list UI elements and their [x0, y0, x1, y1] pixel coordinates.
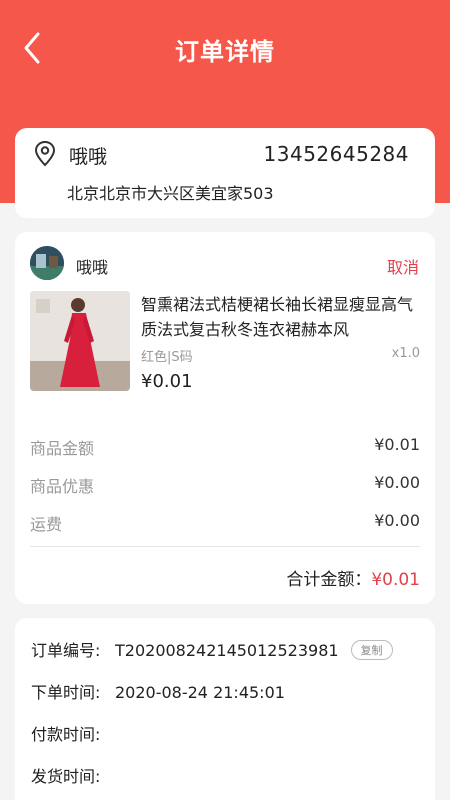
order-time: 2020-08-24 21:45:01: [115, 683, 285, 702]
divider: [30, 546, 420, 547]
pay-time-row: 付款时间:: [31, 721, 115, 745]
order-card: 哦哦 取消 智熏裙法式桔梗裙长袖长裙显瘦显高气质法式复古秋冬连衣裙赫本风 红色|…: [15, 232, 435, 604]
ship-time-label: 发货时间:: [31, 767, 101, 786]
cancel-order-button[interactable]: 取消: [387, 254, 419, 278]
discount-value: ¥0.00: [374, 473, 420, 492]
product-spec: 红色|S码: [141, 350, 193, 365]
order-number-row: 订单编号: T202008242145012523981 复制: [31, 637, 393, 661]
ship-time-row: 发货时间:: [31, 763, 115, 787]
product-title: 智熏裙法式桔梗裙长袖长裙显瘦显高气质法式复古秋冬连衣裙赫本风: [141, 295, 414, 339]
avatar-image: [30, 246, 64, 280]
recipient-name: 哦哦: [69, 146, 108, 168]
order-number-label: 订单编号:: [31, 641, 101, 660]
subtotal-label: 商品金额: [30, 439, 95, 458]
total-label: 合计金额：: [286, 570, 372, 590]
copy-button[interactable]: 复制: [350, 640, 393, 660]
address-card[interactable]: 哦哦 13452645284 北京北京市大兴区美宜家503: [15, 128, 435, 218]
dress-photo: [30, 291, 130, 391]
recipient-address: 北京北京市大兴区美宜家503: [67, 184, 274, 203]
recipient-phone: 13452645284: [263, 142, 409, 166]
order-time-row: 下单时间: 2020-08-24 21:45:01: [31, 679, 285, 703]
product-quantity: x1.0: [391, 346, 420, 361]
order-time-label: 下单时间:: [31, 683, 101, 702]
product-price: ¥0.01: [141, 371, 193, 392]
navigation-bar: 订单详情: [0, 0, 450, 100]
subtotal-value: ¥0.01: [374, 435, 420, 454]
location-pin-icon: [34, 140, 56, 167]
order-info-card: 订单编号: T202008242145012523981 复制 下单时间: 2020-…: [15, 618, 435, 800]
discount-label: 商品优惠: [30, 477, 95, 496]
total-amount: ¥0.01: [371, 570, 420, 590]
shop-avatar: [30, 246, 64, 280]
shipping-value: ¥0.00: [374, 511, 420, 530]
order-total: 合计金额：¥0.01: [286, 565, 420, 590]
shop-name: 哦哦: [76, 258, 109, 277]
product-image[interactable]: [30, 291, 130, 391]
pay-time-label: 付款时间:: [31, 725, 101, 744]
page-title: 订单详情: [175, 38, 275, 66]
shipping-label: 运费: [30, 515, 63, 534]
order-number: T202008242145012523981: [115, 641, 339, 660]
